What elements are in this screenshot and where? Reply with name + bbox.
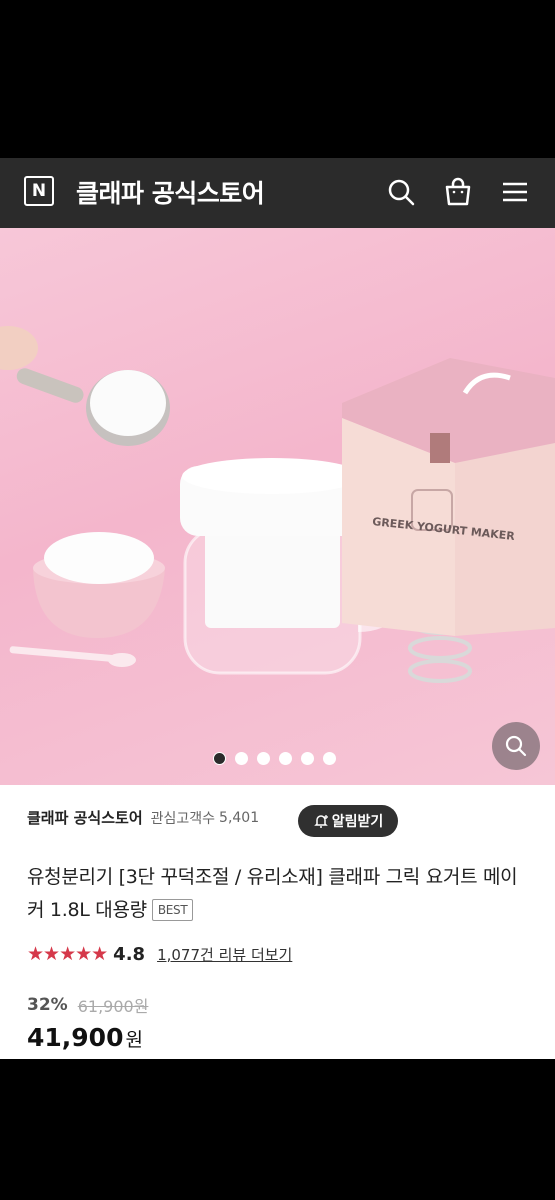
screen: N 클래파 공식스토어 GREEK YOGURT MAKER 클래파 공식스토어…: [0, 0, 555, 1200]
store-title[interactable]: 클래파 공식스토어: [76, 174, 265, 210]
discount-row: 32% 61,900원: [27, 993, 148, 1017]
product-info: 클래파 공식스토어 관심고객수 5,401 알림받기 유청분리기 [3단 꾸덕조…: [0, 785, 555, 1059]
carousel-dot[interactable]: [235, 752, 248, 765]
currency-unit: 원: [125, 1029, 143, 1051]
rating-value: 4.8: [113, 943, 146, 965]
carousel-dot[interactable]: [213, 752, 226, 765]
bell-plus-icon: [313, 815, 328, 828]
alert-button[interactable]: 알림받기: [298, 805, 398, 837]
search-icon: [505, 735, 527, 757]
rating-stars: ★★★★★: [27, 943, 108, 965]
carousel-dot[interactable]: [323, 752, 336, 765]
price-row: 41,900 원: [27, 1023, 143, 1052]
sale-price: 41,900: [27, 1023, 124, 1052]
seller-row: 클래파 공식스토어 관심고객수 5,401: [27, 807, 259, 828]
product-image[interactable]: GREEK YOGURT MAKER: [0, 228, 555, 785]
product-photo: GREEK YOGURT MAKER: [0, 326, 555, 683]
followers-count: 5,401: [219, 809, 260, 826]
discount-rate: 32%: [27, 995, 68, 1015]
review-link[interactable]: 1,077건 리뷰 더보기: [157, 944, 292, 965]
store-header: N 클래파 공식스토어: [0, 158, 555, 228]
zoom-button[interactable]: [492, 722, 540, 770]
carousel-dot[interactable]: [257, 752, 270, 765]
menu-icon[interactable]: [499, 176, 531, 208]
carousel-dot[interactable]: [301, 752, 314, 765]
product-title: 유청분리기 [3단 꾸덕조절 / 유리소재] 클래파 그릭 요거트 메이커 1.…: [27, 861, 532, 927]
carousel-dot[interactable]: [279, 752, 292, 765]
search-icon[interactable]: [385, 176, 417, 208]
naver-logo[interactable]: N: [24, 176, 54, 206]
seller-name[interactable]: 클래파 공식스토어: [27, 807, 143, 828]
followers-label: 관심고객수: [150, 810, 216, 827]
original-price: 61,900원: [77, 997, 149, 1016]
best-badge: BEST: [151, 899, 194, 921]
product-title-text: 유청분리기 [3단 꾸덕조절 / 유리소재] 클래파 그릭 요거트 메이커 1.…: [27, 866, 518, 921]
carousel-dots: [213, 752, 336, 765]
shopping-bag-icon[interactable]: [442, 176, 474, 208]
alert-button-label: 알림받기: [331, 814, 384, 830]
rating-row: ★★★★★ 4.8 1,077건 리뷰 더보기: [27, 943, 292, 965]
